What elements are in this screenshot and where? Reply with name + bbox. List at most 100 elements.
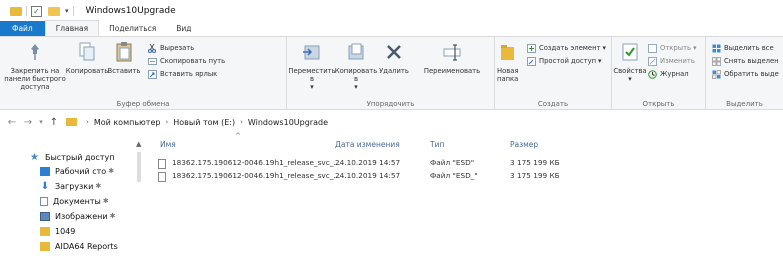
pin-icon[interactable]: ✱ — [110, 212, 116, 220]
file-name: 18362.175.190612-0046.19h1_release_svc_.… — [172, 158, 341, 167]
ribbon: Закрепить на панели быстрого доступа Коп… — [0, 37, 783, 110]
properties-check-icon[interactable]: ✓ — [31, 5, 42, 17]
properties-label: Свойства — [613, 67, 647, 75]
nav-item-label: 1049 — [55, 226, 76, 236]
chevron-down-icon: ▾ — [628, 75, 632, 83]
column-headers: Имя Дата изменения Тип Размер — [150, 140, 783, 154]
navigation-scrollbar[interactable]: ▲ — [134, 140, 144, 261]
file-size: 3 175 199 КБ — [510, 158, 560, 167]
delete-button[interactable]: Удалить — [377, 41, 411, 75]
rename-label: Переименовать — [423, 67, 481, 75]
cut-button[interactable]: Вырезать — [148, 43, 194, 53]
nav-item-aida64-reports[interactable]: AIDA64 Reports — [40, 240, 118, 252]
navigation-pane: ★ Быстрый доступ Рабочий сто ✱ ⬇ Загрузк… — [0, 140, 145, 261]
pin-icon[interactable]: ✱ — [103, 197, 109, 205]
title-bar: ✓ ▾ Windows10Upgrade — [0, 0, 783, 22]
copy-label: Копировать — [65, 67, 109, 75]
copy-to-button[interactable]: Копировать в ▾ — [335, 41, 377, 91]
tab-home[interactable]: Главная — [44, 20, 100, 36]
open-button[interactable]: Открыть ▾ — [648, 43, 696, 53]
create-group-label: Создать — [537, 100, 569, 108]
nav-item-pictures[interactable]: Изображени ✱ — [40, 210, 115, 222]
folder-icon — [40, 226, 50, 236]
select-all-icon — [712, 44, 721, 52]
open-group: Свойства ▾ Открыть ▾ Изменить Журнал Отк… — [612, 37, 706, 110]
column-date-modified[interactable]: Дата изменения — [335, 140, 400, 149]
pin-icon[interactable]: ✱ — [95, 182, 101, 190]
table-row[interactable]: 18362.175.190612-0046.19h1_release_svc_.… — [158, 171, 783, 183]
table-row[interactable]: 18362.175.190612-0046.19h1_release_svc_.… — [158, 158, 783, 170]
scrollbar-thumb[interactable] — [137, 152, 141, 182]
file-size: 3 175 199 КБ — [510, 171, 560, 180]
chevron-down-icon: ▾ — [598, 57, 602, 65]
breadcrumb-current-folder[interactable]: Windows10Upgrade — [248, 118, 328, 127]
nav-item-label: Быстрый доступ — [45, 152, 115, 162]
nav-item-label: AIDA64 Reports — [55, 241, 118, 251]
pin-icon — [24, 41, 46, 63]
clipboard-group: Закрепить на панели быстрого доступа Коп… — [0, 37, 287, 110]
nav-item-downloads[interactable]: ⬇ Загрузки ✱ — [40, 180, 101, 192]
folder-icon — [10, 6, 22, 16]
pin-icon[interactable]: ✱ — [108, 167, 114, 175]
scroll-up-icon[interactable]: ▲ — [136, 140, 141, 148]
paste-shortcut-button[interactable]: Вставить ярлык — [148, 69, 217, 79]
new-item-button[interactable]: Создать элемент ▾ — [527, 43, 606, 53]
open-file-icon — [648, 43, 657, 53]
move-to-icon — [301, 41, 323, 63]
invert-selection-icon — [712, 69, 721, 79]
nav-item-quick-access[interactable]: ★ Быстрый доступ — [30, 151, 114, 163]
column-size[interactable]: Размер — [510, 140, 538, 149]
breadcrumb-drive-e[interactable]: Новый том (E:) — [173, 118, 235, 127]
chevron-down-icon: ▾ — [602, 44, 606, 52]
column-name[interactable]: Имя — [160, 140, 176, 149]
copy-path-button[interactable]: Скопировать путь — [148, 56, 225, 66]
divider — [72, 6, 74, 16]
desktop-icon — [40, 166, 50, 176]
new-folder-quick-icon[interactable] — [48, 6, 60, 16]
move-to-button[interactable]: Переместить в ▾ — [288, 41, 336, 91]
delete-x-icon — [383, 41, 405, 63]
nav-item-label: Изображени — [55, 211, 108, 221]
select-all-button[interactable]: Выделить все — [712, 43, 774, 53]
copy-to-icon — [345, 41, 367, 63]
nav-item-folder-1049[interactable]: 1049 — [40, 225, 75, 237]
rename-button[interactable]: Переименовать — [411, 41, 493, 75]
breadcrumb-my-computer[interactable]: Мой компьютер — [94, 118, 161, 127]
file-type: Файл "ESD_" — [430, 171, 478, 180]
chevron-down-icon: ▾ — [354, 83, 358, 91]
paste-button[interactable]: Вставить — [106, 41, 142, 75]
nav-item-documents[interactable]: Документы ✱ — [40, 195, 109, 207]
file-name: 18362.175.190612-0046.19h1_release_svc_.… — [172, 171, 341, 180]
history-button[interactable]: Журнал — [648, 69, 689, 79]
up-arrow-icon[interactable]: ↑ — [46, 117, 62, 128]
nav-item-label: Загрузки — [55, 181, 94, 191]
tab-share[interactable]: Поделиться — [99, 21, 166, 36]
pin-label: Закрепить на панели быстрого доступа — [4, 67, 66, 91]
star-icon: ★ — [30, 151, 39, 163]
scissors-icon — [148, 43, 156, 53]
back-arrow-icon[interactable]: ← — [4, 117, 20, 128]
file-date: 24.10.2019 14:57 — [335, 171, 401, 180]
select-none-button[interactable]: Снять выделен — [712, 56, 779, 66]
edit-button[interactable]: Изменить — [648, 56, 695, 66]
easy-access-button[interactable]: Простой доступ ▾ — [527, 56, 601, 66]
recent-locations-icon[interactable]: ▾ — [36, 118, 46, 126]
invert-selection-button[interactable]: Обратить выде — [712, 69, 779, 79]
pin-quick-access-button[interactable]: Закрепить на панели быстрого доступа — [2, 41, 68, 91]
cut-label: Вырезать — [160, 44, 195, 52]
tab-file[interactable]: Файл — [0, 21, 45, 36]
nav-item-desktop[interactable]: Рабочий сто ✱ — [40, 165, 114, 177]
new-folder-label: Новая папка — [497, 67, 519, 83]
sort-ascending-icon: ^ — [235, 132, 241, 140]
copy-button[interactable]: Копировать — [65, 41, 109, 75]
forward-arrow-icon[interactable]: → — [20, 117, 36, 128]
file-type: Файл "ESD" — [430, 158, 475, 167]
select-none-label: Снять выделен — [724, 57, 779, 65]
customize-toolbar-icon[interactable]: ▾ — [65, 7, 69, 15]
column-type[interactable]: Тип — [430, 140, 444, 149]
properties-button[interactable]: Свойства ▾ — [613, 41, 647, 83]
tab-view[interactable]: Вид — [166, 21, 201, 36]
breadcrumb[interactable]: › Мой компьютер › Новый том (E:) › Windo… — [66, 114, 328, 130]
new-folder-button[interactable]: Новая папка — [497, 41, 525, 83]
new-item-icon — [527, 43, 536, 53]
